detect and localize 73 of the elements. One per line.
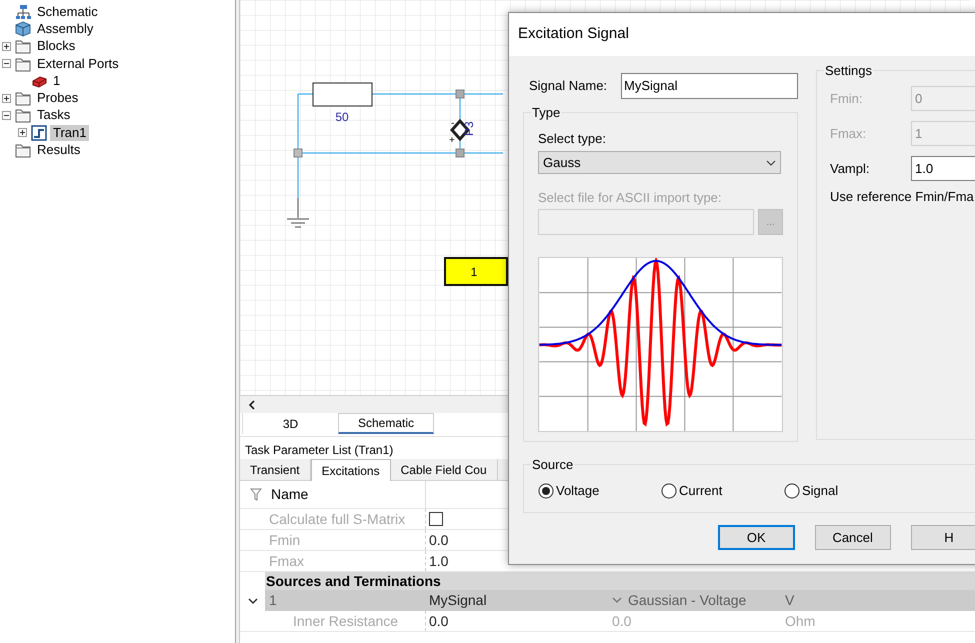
input-field[interactable]: 1.0 xyxy=(911,156,975,181)
ground-symbol xyxy=(286,198,310,228)
folder-icon xyxy=(15,107,31,124)
property-cell-text: Gaussian - Voltage xyxy=(628,591,746,610)
folder-icon xyxy=(15,38,31,54)
tree-item[interactable]: Probes xyxy=(34,90,82,106)
file-path-field[interactable] xyxy=(538,209,754,235)
option-label: Use reference Fmin/Fma xyxy=(830,188,975,206)
filter-icon[interactable] xyxy=(250,488,262,501)
tree-item[interactable]: Results xyxy=(34,142,84,158)
tree-item[interactable]: External Ports xyxy=(34,56,122,72)
expand-icon[interactable] xyxy=(2,94,10,103)
junction-node xyxy=(456,90,464,98)
property-value[interactable]: MySignal xyxy=(429,590,487,611)
collapse-icon[interactable] xyxy=(2,110,10,120)
view-tab[interactable]: Schematic xyxy=(338,413,434,434)
scroll-left-icon[interactable] xyxy=(248,400,256,410)
field-label: Fmax: xyxy=(830,124,868,143)
minus-sign: - xyxy=(451,118,454,129)
field-label: Signal Name: xyxy=(529,76,608,95)
step-signal-icon xyxy=(31,124,47,141)
option-label: Current xyxy=(679,482,722,500)
dialog-button[interactable]: H xyxy=(910,525,975,550)
field-label: Vampl: xyxy=(830,160,870,178)
tree-item[interactable]: 1 xyxy=(50,72,64,89)
folder-icon xyxy=(15,56,31,72)
signal-name-field[interactable]: MySignal xyxy=(621,72,798,98)
section-header: Sources and Terminations xyxy=(265,572,441,590)
type-dropdown[interactable]: Gauss xyxy=(538,151,781,174)
junction-node xyxy=(294,148,302,158)
dialog-title: Excitation Signal xyxy=(518,24,629,44)
expand-icon[interactable] xyxy=(18,128,26,138)
field-label: Fmin: xyxy=(830,90,864,108)
tree-item[interactable]: Schematic xyxy=(34,4,101,20)
dialog-button[interactable]: Cancel xyxy=(814,525,891,550)
resistor-value: 50 xyxy=(335,110,349,124)
unit-cell-text: V xyxy=(785,591,794,610)
field-label: Select type: xyxy=(538,130,607,147)
resistor[interactable] xyxy=(312,82,372,106)
block[interactable] xyxy=(444,257,508,286)
field-label: Select file for ASCII import type: xyxy=(538,189,723,206)
junction-node xyxy=(456,148,464,158)
tree-item[interactable]: Blocks xyxy=(34,38,78,54)
unit-cell-text: Ohm xyxy=(785,612,816,630)
property-cell-text: 0.0 xyxy=(612,612,632,630)
radio-button[interactable] xyxy=(784,482,800,499)
panel-title: Task Parameter List (Tran1) xyxy=(245,442,394,459)
folder-icon xyxy=(15,142,31,158)
option-label: Signal xyxy=(802,482,838,500)
column-header[interactable]: Name xyxy=(271,484,421,505)
option-label: Voltage xyxy=(556,482,600,500)
panel-tab[interactable]: Excitations xyxy=(310,459,391,481)
plus-sign: + xyxy=(449,135,455,146)
folder-icon xyxy=(15,90,31,106)
cube-icon xyxy=(15,20,31,37)
block-label: 1 xyxy=(470,265,478,279)
port-label: P3 xyxy=(462,121,476,136)
property-name: 1 xyxy=(269,591,277,610)
collapse-icon[interactable] xyxy=(2,59,10,68)
radio-button[interactable] xyxy=(538,482,554,499)
schematic-icon xyxy=(15,4,31,20)
panel-tab[interactable]: Cable Field Cou xyxy=(390,459,498,481)
expand-icon[interactable] xyxy=(2,42,10,51)
property-name: Inner Resistance xyxy=(293,612,398,630)
tree-item[interactable]: Tran1 xyxy=(50,124,90,141)
tree-item[interactable]: Assembly xyxy=(34,20,96,37)
collapse-icon[interactable] xyxy=(248,596,258,606)
tree-item[interactable]: Tasks xyxy=(34,107,74,124)
radio-button[interactable] xyxy=(661,482,677,499)
property-name: Calculate full S-Matrix xyxy=(269,510,406,528)
property-name: Fmin xyxy=(269,530,300,550)
property-name: Fmax xyxy=(269,552,304,570)
dialog-button[interactable]: OK xyxy=(718,525,795,550)
